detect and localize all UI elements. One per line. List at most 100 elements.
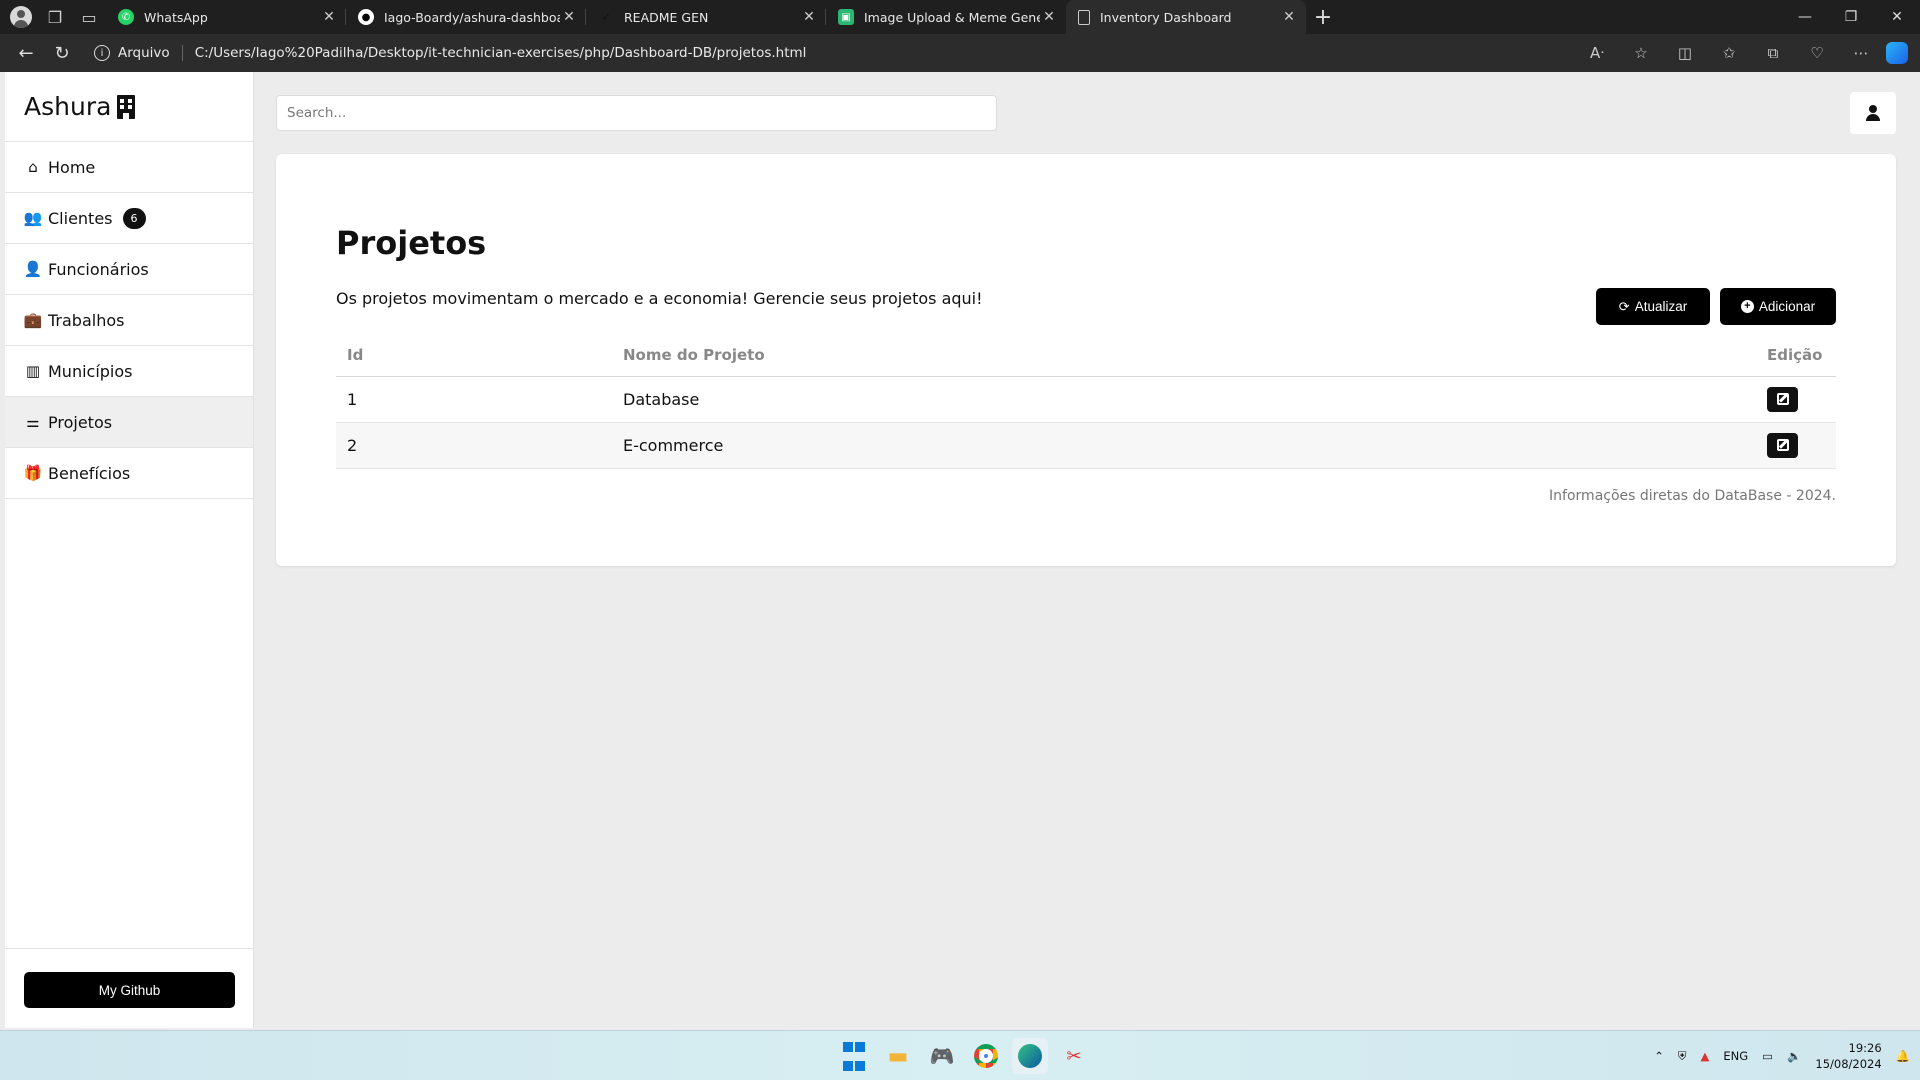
clock-time: 19:26 — [1848, 1041, 1882, 1055]
profile-avatar-icon[interactable] — [10, 6, 32, 28]
sidebar-item-home[interactable]: ⌂ Home — [5, 142, 253, 193]
edge-icon[interactable] — [1012, 1038, 1048, 1074]
notifications-bell-icon[interactable]: 🔔 — [1896, 1049, 1910, 1063]
plus-circle-icon: + — [1740, 300, 1754, 313]
tab-label: Inventory Dashboard — [1100, 9, 1232, 25]
browser-tab-strip: ❐ ▭ ✆ WhatsApp ✕ ● Iago-Boardy/ashura-da… — [0, 0, 1920, 34]
game-controller-icon[interactable]: 🎮 — [924, 1038, 960, 1074]
table-row: 1 Database — [336, 376, 1836, 423]
favorite-star-icon[interactable]: ☆ — [1622, 38, 1660, 68]
sidebar-item-beneficios[interactable]: 🎁 Benefícios — [5, 448, 253, 499]
edit-button[interactable] — [1767, 432, 1798, 458]
clock-date: 15/08/2024 — [1815, 1057, 1882, 1071]
close-tab-icon[interactable]: ✕ — [560, 9, 578, 25]
home-icon: ⌂ — [28, 158, 38, 176]
vertical-tabs-icon[interactable]: ▭ — [72, 0, 106, 34]
table-row: 2 E-commerce — [336, 422, 1836, 469]
site-info-icon[interactable]: i — [94, 45, 110, 61]
sidebar-item-clientes[interactable]: 👥 Clientes 6 — [5, 193, 253, 244]
refresh-icon: ⟳ — [1618, 298, 1630, 314]
users-icon: 👥 — [23, 209, 43, 227]
window-controls: — ❐ ✕ — [1782, 0, 1920, 34]
security-icon[interactable]: ⛨ — [1678, 1049, 1687, 1064]
sidebar-footer: My Github — [5, 948, 254, 1028]
briefcase-icon: 💼 — [23, 311, 43, 329]
close-tab-icon[interactable]: ✕ — [1280, 9, 1298, 25]
clientes-count-badge: 6 — [122, 207, 146, 229]
sidebar: Ashura ⌂ Home 👥 Clientes 6 👤 Funcionário… — [5, 72, 254, 1028]
page-icon — [1078, 9, 1090, 25]
collections-icon[interactable]: ⧉ — [1754, 38, 1792, 68]
more-options-icon[interactable]: ⋯ — [1842, 38, 1880, 68]
reload-icon[interactable]: ↻ — [44, 35, 80, 71]
projects-table: Id Nome do Projeto Edição 1 Database 2 E… — [336, 334, 1836, 469]
workspaces-icon[interactable]: ❐ — [38, 0, 72, 34]
image-icon: ▣ — [838, 9, 854, 25]
close-tab-icon[interactable]: ✕ — [1040, 9, 1058, 25]
system-tray: ⌃ ⛨ ▲ ENG ▭ 🔈 19:26 15/08/2024 🔔 — [1654, 1031, 1910, 1080]
show-hidden-icons-icon[interactable]: ⌃ — [1654, 1049, 1664, 1063]
minimize-icon[interactable]: — — [1782, 0, 1828, 34]
browser-tab-readme-gen[interactable]: ➶ README GEN ✕ — [586, 0, 826, 34]
brand-name: Ashura — [24, 92, 112, 121]
add-project-button[interactable]: + Adicionar — [1720, 288, 1836, 325]
address-bar: ← ↻ i Arquivo C:/Users/Iago%20Padilha/De… — [0, 34, 1920, 72]
feather-icon: ➶ — [601, 11, 611, 23]
whatsapp-icon: ✆ — [118, 9, 134, 25]
search-input[interactable] — [276, 95, 997, 131]
taskbar-apps: ▬ 🎮 ✂ — [836, 1038, 1092, 1074]
project-diagram-icon: ⚌ — [26, 413, 40, 431]
close-window-icon[interactable]: ✕ — [1874, 0, 1920, 34]
column-header-edit: Edição — [1756, 334, 1836, 377]
browser-tab-inventory-dashboard[interactable]: Inventory Dashboard ✕ — [1066, 0, 1306, 34]
sidebar-item-funcionarios[interactable]: 👤 Funcionários — [5, 244, 253, 295]
sidebar-item-trabalhos[interactable]: 💼 Trabalhos — [5, 295, 253, 346]
sidebar-item-label: Projetos — [48, 412, 113, 432]
user-icon — [1866, 105, 1880, 121]
read-aloud-icon[interactable]: Aᐧ — [1578, 38, 1616, 68]
edit-icon — [1776, 393, 1789, 405]
browser-essentials-icon[interactable]: ♡ — [1798, 38, 1836, 68]
add-label: Adicionar — [1758, 299, 1816, 314]
sidebar-item-label: Benefícios — [48, 463, 131, 483]
sidebar-item-label: Trabalhos — [48, 310, 125, 330]
user-icon: 👤 — [23, 260, 43, 278]
volume-icon[interactable]: 🔈 — [1787, 1049, 1801, 1063]
sidebar-item-municipios[interactable]: ▥ Municípios — [5, 346, 253, 397]
sidebar-item-label: Municípios — [48, 361, 133, 381]
sidebar-item-label: Clientes — [48, 208, 113, 228]
edit-button[interactable] — [1767, 386, 1798, 412]
browser-tab-github[interactable]: ● Iago-Boardy/ashura-dashboard: ✕ — [346, 0, 586, 34]
browser-tab-meme-generator[interactable]: ▣ Image Upload & Meme Generati ✕ — [826, 0, 1066, 34]
file-explorer-icon[interactable]: ▬ — [880, 1038, 916, 1074]
cell-name: E-commerce — [612, 422, 1756, 469]
windows-start-icon[interactable] — [836, 1038, 872, 1074]
browser-toolbar: Aᐧ ☆ ◫ ✩ ⧉ ♡ ⋯ — [1578, 34, 1908, 72]
tab-label: Iago-Boardy/ashura-dashboard: — [384, 9, 560, 25]
language-indicator[interactable]: ENG — [1723, 1049, 1748, 1063]
warning-icon[interactable]: ▲ — [1701, 1049, 1710, 1063]
building-icon — [117, 94, 136, 119]
edit-icon — [1776, 439, 1789, 451]
table-header-row: Id Nome do Projeto Edição — [336, 334, 1836, 377]
close-tab-icon[interactable]: ✕ — [800, 9, 818, 25]
split-screen-icon[interactable]: ◫ — [1666, 38, 1704, 68]
clock[interactable]: 19:26 15/08/2024 — [1815, 1040, 1881, 1072]
close-tab-icon[interactable]: ✕ — [320, 9, 338, 25]
url-field[interactable]: i Arquivo C:/Users/Iago%20Padilha/Deskto… — [94, 38, 806, 68]
brand[interactable]: Ashura — [5, 72, 253, 142]
user-profile-button[interactable] — [1850, 92, 1896, 134]
restore-icon[interactable]: ❐ — [1828, 0, 1874, 34]
chrome-icon[interactable] — [968, 1038, 1004, 1074]
back-icon[interactable]: ← — [8, 35, 44, 71]
sidebar-item-projetos[interactable]: ⚌ Projetos — [5, 397, 253, 448]
refresh-button[interactable]: ⟳ Atualizar — [1596, 288, 1710, 325]
copilot-icon[interactable] — [1886, 42, 1908, 64]
new-tab-button[interactable]: + — [1306, 0, 1340, 34]
url-text[interactable]: C:/Users/Iago%20Padilha/Desktop/it-techn… — [195, 45, 807, 61]
network-icon[interactable]: ▭ — [1762, 1049, 1773, 1063]
favorites-icon[interactable]: ✩ — [1710, 38, 1748, 68]
browser-tab-whatsapp[interactable]: ✆ WhatsApp ✕ — [106, 0, 346, 34]
my-github-button[interactable]: My Github — [24, 972, 235, 1008]
snipping-tool-icon[interactable]: ✂ — [1056, 1038, 1092, 1074]
